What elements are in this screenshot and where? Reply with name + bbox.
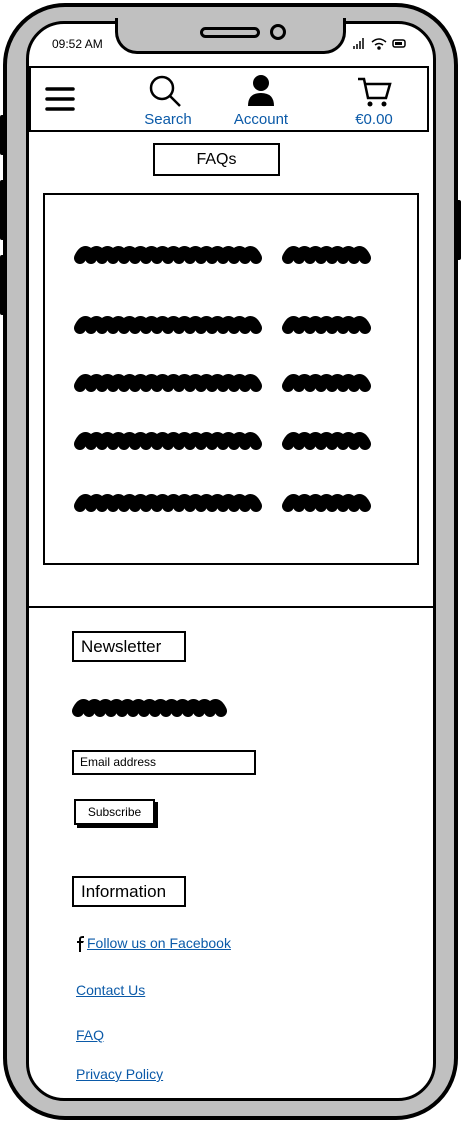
faq-content-box — [43, 193, 419, 565]
status-icons — [353, 38, 406, 50]
account-icon — [248, 75, 274, 106]
subscribe-button[interactable]: Subscribe — [74, 799, 155, 825]
information-heading: Information — [72, 876, 186, 907]
wifi-icon — [371, 38, 387, 50]
email-input[interactable]: Email address — [72, 750, 256, 775]
contact-us-link[interactable]: Contact Us — [76, 982, 145, 998]
phone-power-button — [456, 200, 461, 260]
battery-icon — [392, 39, 406, 48]
account-button[interactable]: Account — [226, 74, 296, 130]
cart-icon — [358, 77, 392, 107]
footer-divider — [28, 606, 433, 608]
camera — [270, 24, 286, 40]
search-button[interactable]: Search — [138, 74, 198, 130]
phone-volume-up — [0, 180, 5, 240]
search-icon — [149, 75, 181, 107]
signal-icon — [353, 38, 364, 49]
page-title: FAQs — [153, 143, 280, 176]
cart-button[interactable]: €0.00 — [346, 74, 402, 130]
phone-side-button — [0, 115, 5, 155]
phone-volume-down — [0, 255, 5, 315]
faq-link[interactable]: FAQ — [76, 1027, 104, 1043]
hamburger-menu-icon[interactable] — [45, 86, 75, 112]
facebook-link[interactable]: Follow us on Facebook — [87, 935, 231, 951]
newsletter-heading: Newsletter — [72, 631, 186, 662]
search-label: Search — [144, 111, 192, 128]
cart-total: €0.00 — [355, 111, 393, 128]
account-label: Account — [233, 111, 289, 128]
privacy-policy-link[interactable]: Privacy Policy — [76, 1066, 163, 1082]
status-time: 09:52 AM — [52, 37, 103, 51]
speaker — [200, 27, 260, 38]
facebook-icon — [77, 936, 84, 952]
